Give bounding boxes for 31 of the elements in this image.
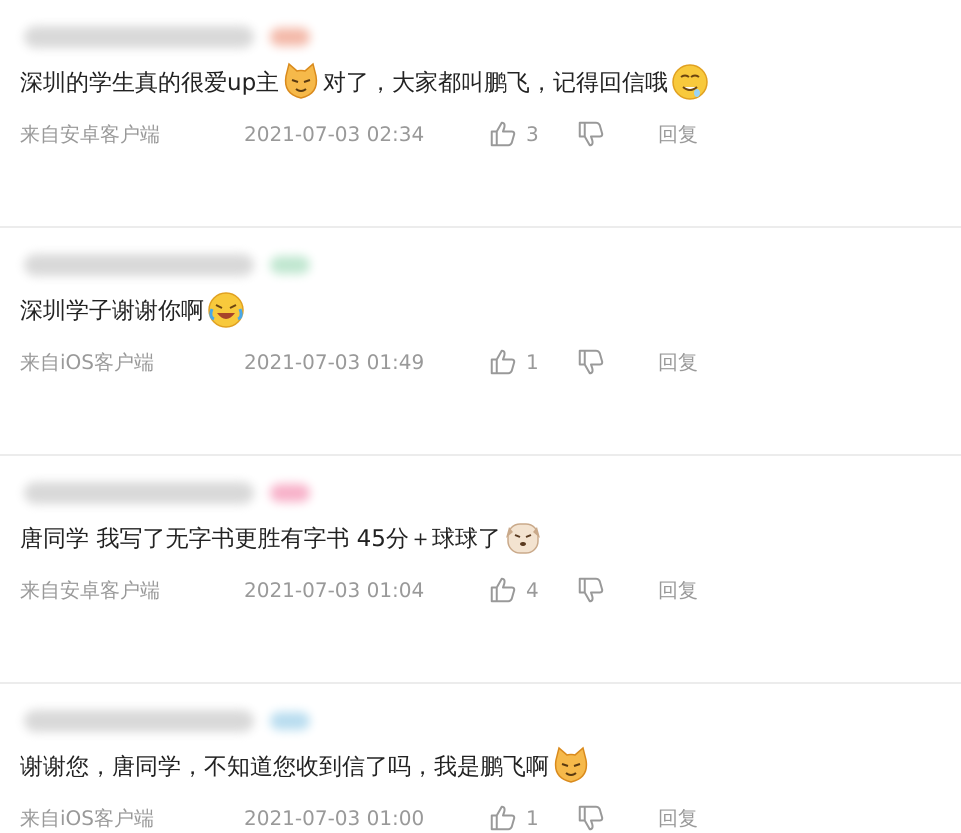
like-count: 1	[525, 350, 540, 374]
thumbs-down-icon[interactable]	[576, 575, 606, 605]
thumbs-down-icon[interactable]	[576, 119, 606, 149]
comment-source: 来自安卓客户端	[20, 576, 161, 604]
comment-text: 谢谢您，唐同学，不知道您收到信了吗，我是鹏飞啊	[20, 752, 549, 782]
thumbs-up-icon[interactable]	[488, 803, 518, 833]
comment-source: 来自iOS客户端	[20, 348, 155, 376]
thumbs-up-icon[interactable]	[488, 575, 518, 605]
emoji-icon	[206, 290, 246, 330]
thumbs-up-icon[interactable]	[488, 119, 518, 149]
comment-text: 唐同学 我写了无字书更胜有字书 45分＋球球了	[20, 524, 501, 554]
thumbs-down-icon[interactable]	[576, 803, 606, 833]
like-count: 3	[525, 122, 540, 146]
like-count: 1	[525, 806, 540, 830]
comment-time: 2021-07-03 02:34	[244, 122, 426, 146]
thumbs-up-icon[interactable]	[488, 347, 518, 377]
emoji-icon	[670, 62, 710, 102]
reply-link[interactable]: 回复	[658, 348, 698, 376]
comment-time: 2021-07-03 01:49	[244, 350, 426, 374]
reply-link[interactable]: 回复	[658, 120, 698, 148]
like-count: 4	[525, 578, 540, 602]
comment-source: 来自iOS客户端	[20, 804, 155, 832]
comment-time: 2021-07-03 01:04	[244, 578, 426, 602]
comment-source: 来自安卓客户端	[20, 120, 161, 148]
comment-text: 深圳学子谢谢你啊	[20, 296, 204, 326]
comment-text: 深圳的学生真的很爱up主	[20, 68, 280, 98]
comment-text: 对了，大家都叫鹏飞，记得回信哦	[323, 68, 668, 98]
comment-time: 2021-07-03 01:00	[244, 806, 426, 830]
reply-link[interactable]: 回复	[658, 804, 698, 832]
reply-link[interactable]: 回复	[658, 576, 698, 604]
thumbs-down-icon[interactable]	[576, 347, 606, 377]
